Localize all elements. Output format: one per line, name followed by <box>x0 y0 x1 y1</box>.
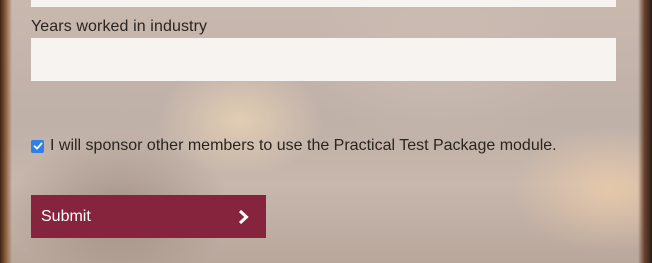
submit-button-label: Submit <box>41 207 91 225</box>
sponsor-checkbox-label[interactable]: I will sponsor other members to use the … <box>50 137 557 155</box>
checkmark-icon <box>33 142 42 150</box>
sponsor-checkbox-row[interactable]: I will sponsor other members to use the … <box>31 137 557 155</box>
left-edge-shadow <box>0 0 12 263</box>
submit-button[interactable]: Submit <box>31 195 266 238</box>
right-edge-shadow <box>638 0 652 263</box>
years-worked-input[interactable] <box>31 38 616 81</box>
chevron-right-icon <box>238 209 250 224</box>
previous-input-field[interactable] <box>31 0 616 7</box>
years-worked-label: Years worked in industry <box>31 18 208 35</box>
sponsor-checkbox[interactable] <box>31 139 44 153</box>
